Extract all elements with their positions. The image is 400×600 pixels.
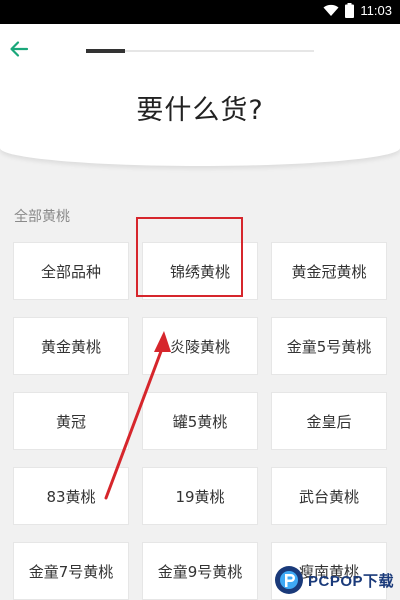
watermark: PCPOP下载	[274, 563, 398, 597]
pcpop-logo-icon	[275, 566, 303, 594]
watermark-text: PCPOP下载	[308, 572, 395, 590]
annotation-arrow	[104, 331, 171, 500]
